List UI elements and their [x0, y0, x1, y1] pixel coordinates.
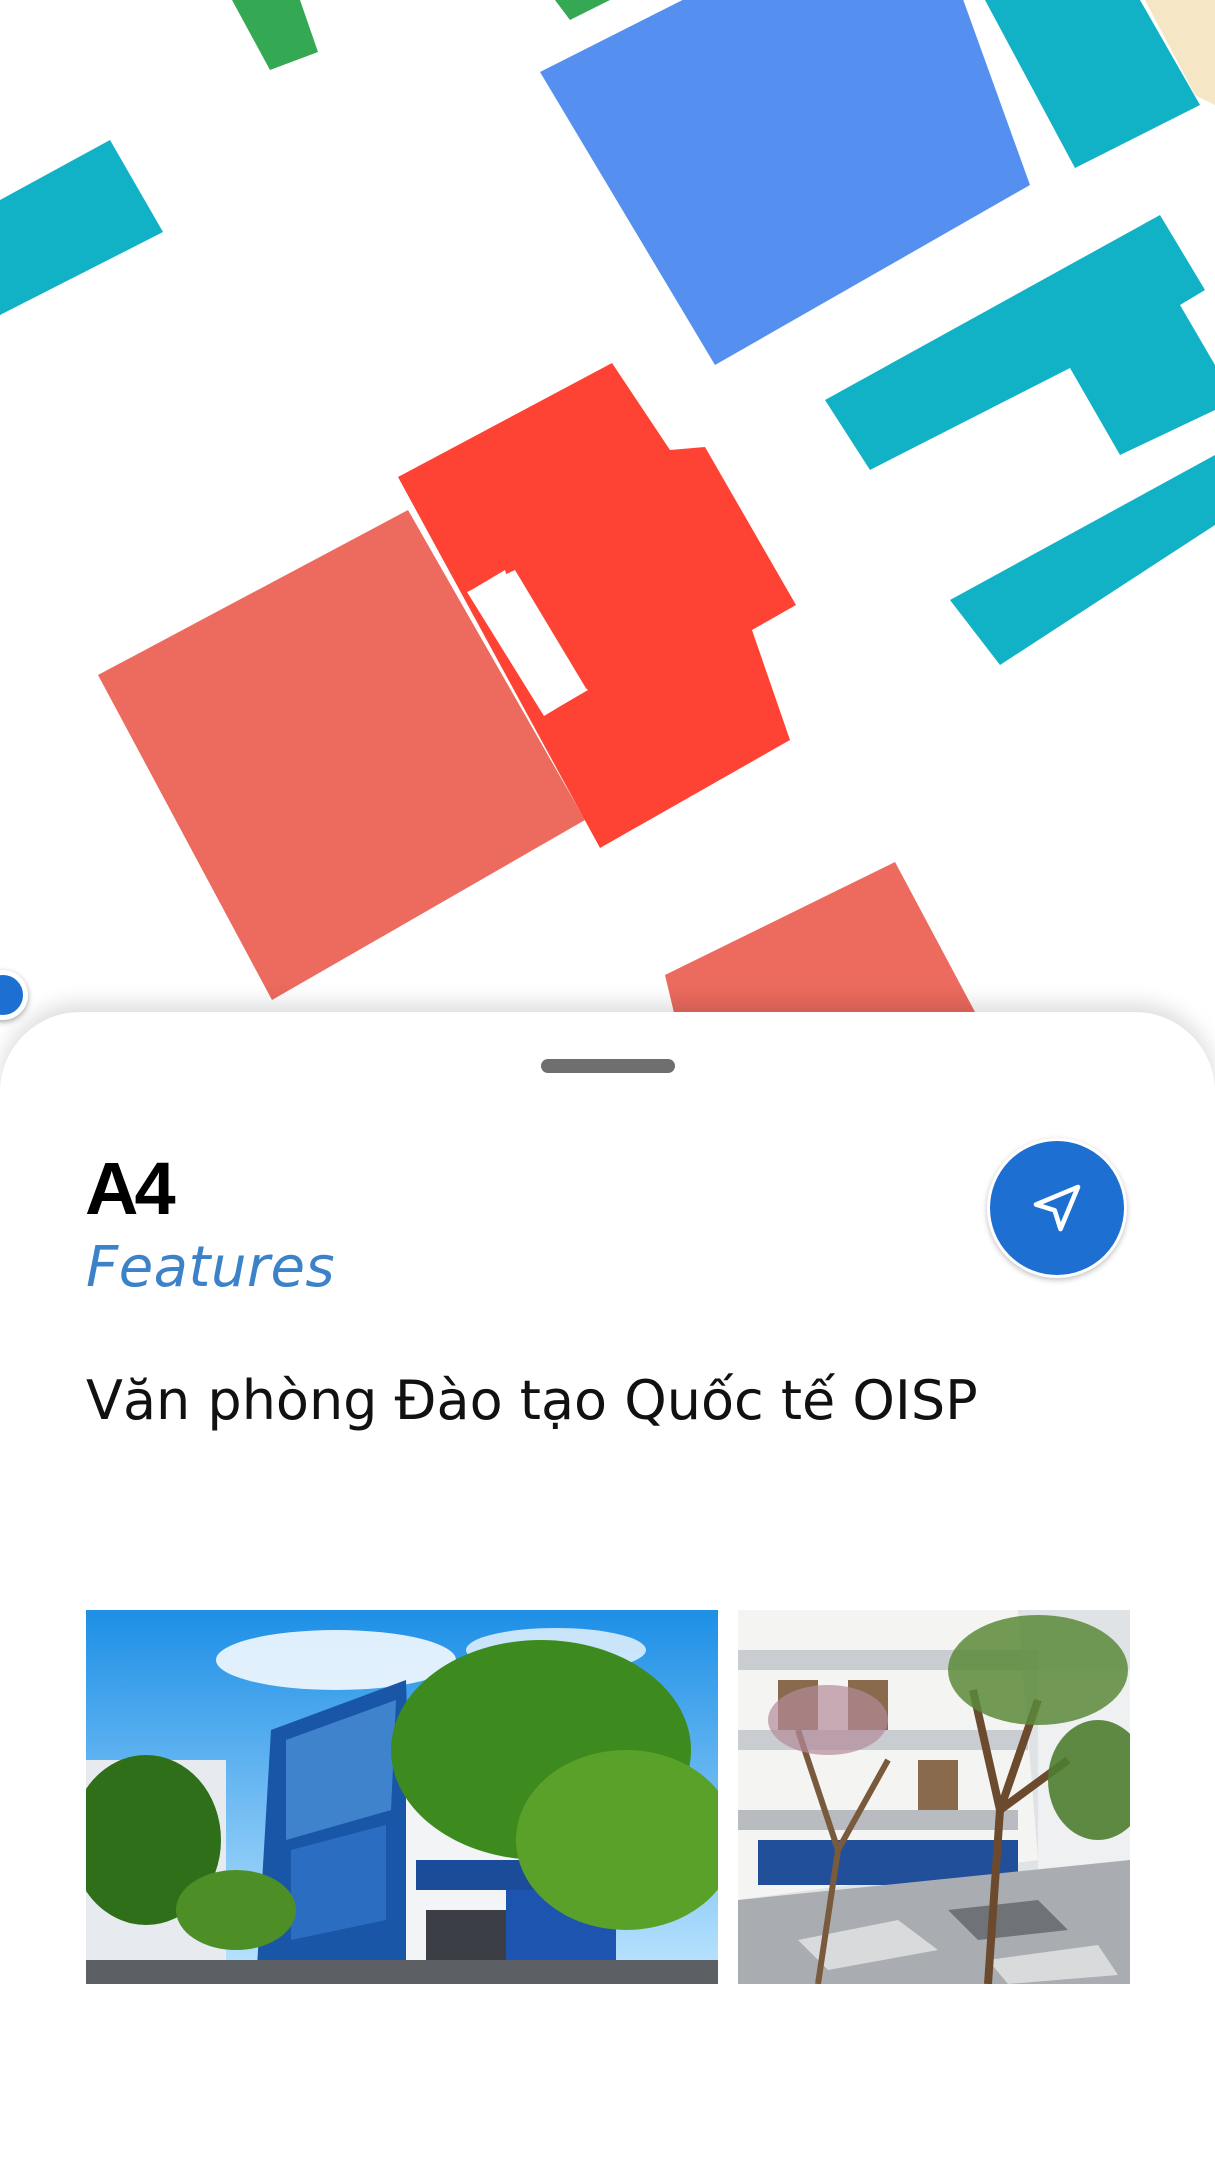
courtyard-photo[interactable] [738, 1610, 1130, 1984]
building-category-label: Features [86, 1235, 336, 1300]
campus-map[interactable] [0, 0, 1215, 1080]
map-building-green-1[interactable] [232, 0, 318, 70]
sheet-drag-handle[interactable] [541, 1059, 675, 1073]
map-building-teal-4[interactable] [950, 455, 1215, 665]
building-name: Văn phòng Đào tạo Quốc tế OISP [86, 1369, 978, 1432]
map-building-green-2[interactable] [555, 0, 610, 20]
building-code-title: A4 [85, 1147, 176, 1230]
building-detail-sheet: A4 Features Văn phòng Đào tạo Quốc tế OI… [0, 1012, 1215, 2160]
building-front-photo[interactable] [86, 1610, 718, 1984]
navigate-button[interactable] [987, 1138, 1127, 1278]
navigation-arrow-icon [1033, 1184, 1081, 1232]
map-building-blue[interactable] [540, 0, 1030, 365]
map-building-teal-2[interactable] [0, 140, 163, 315]
